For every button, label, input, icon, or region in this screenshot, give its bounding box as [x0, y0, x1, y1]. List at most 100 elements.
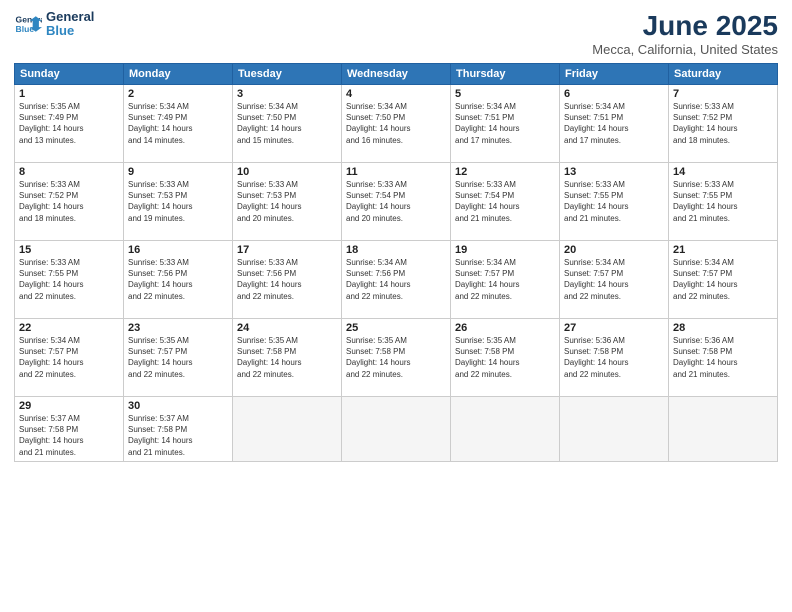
calendar-cell: 13Sunrise: 5:33 AMSunset: 7:55 PMDayligh… [560, 163, 669, 241]
calendar-cell: 14Sunrise: 5:33 AMSunset: 7:55 PMDayligh… [669, 163, 778, 241]
day-info: Sunrise: 5:34 AMSunset: 7:57 PMDaylight:… [455, 257, 555, 302]
calendar-cell: 10Sunrise: 5:33 AMSunset: 7:53 PMDayligh… [233, 163, 342, 241]
day-number: 1 [19, 88, 119, 100]
logo: General Blue General Blue [14, 10, 94, 39]
day-info: Sunrise: 5:36 AMSunset: 7:58 PMDaylight:… [673, 335, 773, 380]
svg-text:Blue: Blue [16, 24, 35, 34]
day-number: 13 [564, 166, 664, 178]
day-info: Sunrise: 5:34 AMSunset: 7:51 PMDaylight:… [455, 101, 555, 146]
calendar-cell: 1Sunrise: 5:35 AMSunset: 7:49 PMDaylight… [15, 85, 124, 163]
calendar-cell: 22Sunrise: 5:34 AMSunset: 7:57 PMDayligh… [15, 319, 124, 397]
day-number: 15 [19, 244, 119, 256]
calendar-header-row: Sunday Monday Tuesday Wednesday Thursday… [15, 64, 778, 85]
day-number: 12 [455, 166, 555, 178]
col-monday: Monday [124, 64, 233, 85]
calendar-week-row: 22Sunrise: 5:34 AMSunset: 7:57 PMDayligh… [15, 319, 778, 397]
day-number: 7 [673, 88, 773, 100]
calendar-cell: 18Sunrise: 5:34 AMSunset: 7:56 PMDayligh… [342, 241, 451, 319]
day-number: 24 [237, 322, 337, 334]
calendar-cell [669, 397, 778, 462]
day-info: Sunrise: 5:33 AMSunset: 7:56 PMDaylight:… [237, 257, 337, 302]
day-info: Sunrise: 5:35 AMSunset: 7:58 PMDaylight:… [346, 335, 446, 380]
day-number: 9 [128, 166, 228, 178]
day-info: Sunrise: 5:33 AMSunset: 7:52 PMDaylight:… [673, 101, 773, 146]
day-info: Sunrise: 5:34 AMSunset: 7:49 PMDaylight:… [128, 101, 228, 146]
day-number: 25 [346, 322, 446, 334]
calendar-cell: 4Sunrise: 5:34 AMSunset: 7:50 PMDaylight… [342, 85, 451, 163]
header: General Blue General Blue June 2025 Mecc… [14, 10, 778, 57]
col-thursday: Thursday [451, 64, 560, 85]
day-number: 5 [455, 88, 555, 100]
day-info: Sunrise: 5:33 AMSunset: 7:54 PMDaylight:… [346, 179, 446, 224]
day-number: 3 [237, 88, 337, 100]
col-friday: Friday [560, 64, 669, 85]
day-info: Sunrise: 5:34 AMSunset: 7:50 PMDaylight:… [237, 101, 337, 146]
day-number: 10 [237, 166, 337, 178]
day-info: Sunrise: 5:34 AMSunset: 7:56 PMDaylight:… [346, 257, 446, 302]
calendar-cell: 20Sunrise: 5:34 AMSunset: 7:57 PMDayligh… [560, 241, 669, 319]
day-info: Sunrise: 5:35 AMSunset: 7:58 PMDaylight:… [237, 335, 337, 380]
calendar-cell: 15Sunrise: 5:33 AMSunset: 7:55 PMDayligh… [15, 241, 124, 319]
calendar-cell: 3Sunrise: 5:34 AMSunset: 7:50 PMDaylight… [233, 85, 342, 163]
day-number: 11 [346, 166, 446, 178]
col-wednesday: Wednesday [342, 64, 451, 85]
day-number: 14 [673, 166, 773, 178]
day-info: Sunrise: 5:33 AMSunset: 7:54 PMDaylight:… [455, 179, 555, 224]
day-number: 4 [346, 88, 446, 100]
calendar-cell: 25Sunrise: 5:35 AMSunset: 7:58 PMDayligh… [342, 319, 451, 397]
day-number: 19 [455, 244, 555, 256]
logo-text-line2: Blue [46, 24, 94, 38]
day-info: Sunrise: 5:34 AMSunset: 7:50 PMDaylight:… [346, 101, 446, 146]
day-info: Sunrise: 5:33 AMSunset: 7:55 PMDaylight:… [673, 179, 773, 224]
col-saturday: Saturday [669, 64, 778, 85]
calendar-cell: 17Sunrise: 5:33 AMSunset: 7:56 PMDayligh… [233, 241, 342, 319]
calendar-cell: 29Sunrise: 5:37 AMSunset: 7:58 PMDayligh… [15, 397, 124, 462]
main-title: June 2025 [592, 10, 778, 42]
day-info: Sunrise: 5:33 AMSunset: 7:55 PMDaylight:… [19, 257, 119, 302]
calendar-week-row: 1Sunrise: 5:35 AMSunset: 7:49 PMDaylight… [15, 85, 778, 163]
day-number: 26 [455, 322, 555, 334]
day-info: Sunrise: 5:33 AMSunset: 7:53 PMDaylight:… [128, 179, 228, 224]
day-info: Sunrise: 5:34 AMSunset: 7:57 PMDaylight:… [673, 257, 773, 302]
day-number: 2 [128, 88, 228, 100]
calendar-cell: 8Sunrise: 5:33 AMSunset: 7:52 PMDaylight… [15, 163, 124, 241]
day-number: 22 [19, 322, 119, 334]
col-tuesday: Tuesday [233, 64, 342, 85]
logo-text-line1: General [46, 10, 94, 24]
calendar-cell: 7Sunrise: 5:33 AMSunset: 7:52 PMDaylight… [669, 85, 778, 163]
calendar-cell: 12Sunrise: 5:33 AMSunset: 7:54 PMDayligh… [451, 163, 560, 241]
calendar-cell: 27Sunrise: 5:36 AMSunset: 7:58 PMDayligh… [560, 319, 669, 397]
calendar-cell: 28Sunrise: 5:36 AMSunset: 7:58 PMDayligh… [669, 319, 778, 397]
day-info: Sunrise: 5:35 AMSunset: 7:58 PMDaylight:… [455, 335, 555, 380]
calendar-week-row: 8Sunrise: 5:33 AMSunset: 7:52 PMDaylight… [15, 163, 778, 241]
calendar-cell: 9Sunrise: 5:33 AMSunset: 7:53 PMDaylight… [124, 163, 233, 241]
day-info: Sunrise: 5:35 AMSunset: 7:49 PMDaylight:… [19, 101, 119, 146]
calendar-cell: 6Sunrise: 5:34 AMSunset: 7:51 PMDaylight… [560, 85, 669, 163]
day-number: 23 [128, 322, 228, 334]
calendar-cell [451, 397, 560, 462]
day-info: Sunrise: 5:35 AMSunset: 7:57 PMDaylight:… [128, 335, 228, 380]
calendar-week-row: 29Sunrise: 5:37 AMSunset: 7:58 PMDayligh… [15, 397, 778, 462]
day-number: 8 [19, 166, 119, 178]
calendar-cell: 19Sunrise: 5:34 AMSunset: 7:57 PMDayligh… [451, 241, 560, 319]
calendar-cell: 2Sunrise: 5:34 AMSunset: 7:49 PMDaylight… [124, 85, 233, 163]
day-number: 20 [564, 244, 664, 256]
day-info: Sunrise: 5:33 AMSunset: 7:53 PMDaylight:… [237, 179, 337, 224]
day-info: Sunrise: 5:33 AMSunset: 7:56 PMDaylight:… [128, 257, 228, 302]
day-info: Sunrise: 5:34 AMSunset: 7:57 PMDaylight:… [19, 335, 119, 380]
day-info: Sunrise: 5:37 AMSunset: 7:58 PMDaylight:… [19, 413, 119, 458]
day-info: Sunrise: 5:33 AMSunset: 7:52 PMDaylight:… [19, 179, 119, 224]
calendar-cell: 5Sunrise: 5:34 AMSunset: 7:51 PMDaylight… [451, 85, 560, 163]
calendar-cell [233, 397, 342, 462]
day-number: 17 [237, 244, 337, 256]
calendar-cell: 24Sunrise: 5:35 AMSunset: 7:58 PMDayligh… [233, 319, 342, 397]
calendar-cell: 30Sunrise: 5:37 AMSunset: 7:58 PMDayligh… [124, 397, 233, 462]
day-info: Sunrise: 5:34 AMSunset: 7:57 PMDaylight:… [564, 257, 664, 302]
day-number: 6 [564, 88, 664, 100]
calendar: Sunday Monday Tuesday Wednesday Thursday… [14, 63, 778, 462]
day-number: 21 [673, 244, 773, 256]
calendar-week-row: 15Sunrise: 5:33 AMSunset: 7:55 PMDayligh… [15, 241, 778, 319]
day-number: 30 [128, 400, 228, 412]
calendar-cell: 23Sunrise: 5:35 AMSunset: 7:57 PMDayligh… [124, 319, 233, 397]
day-info: Sunrise: 5:33 AMSunset: 7:55 PMDaylight:… [564, 179, 664, 224]
